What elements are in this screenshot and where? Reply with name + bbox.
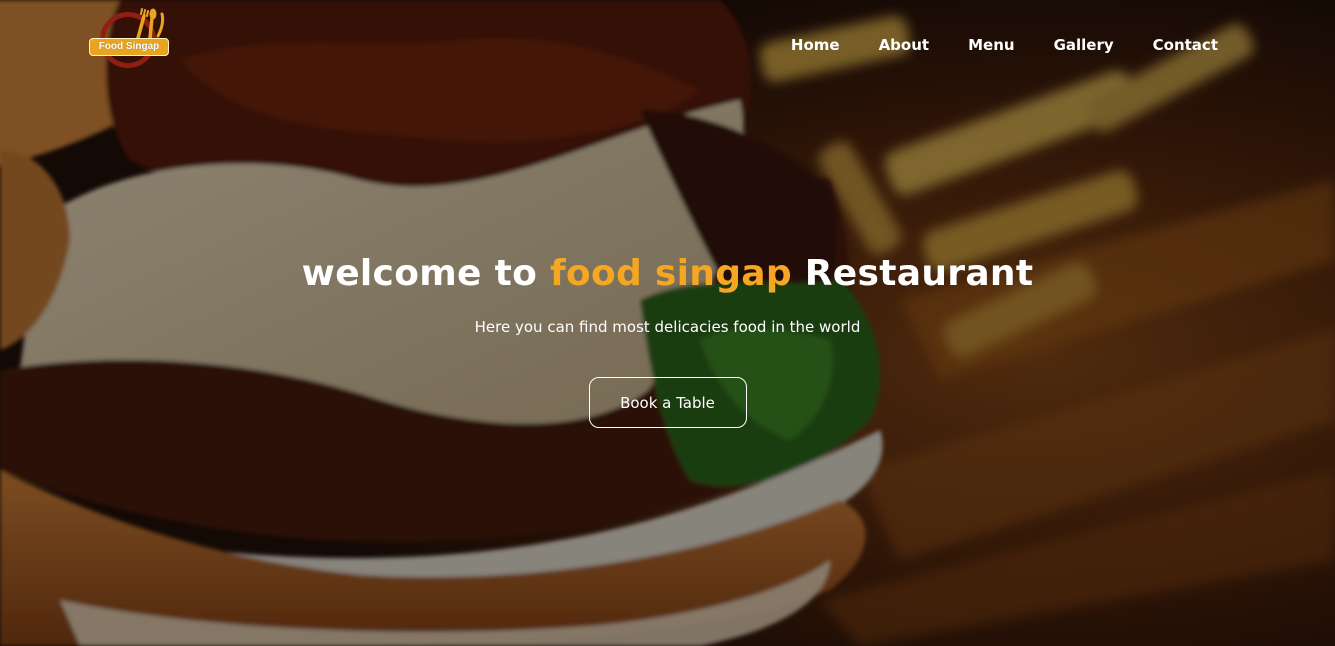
nav-item-home[interactable]: Home — [791, 35, 840, 55]
utensils-icon — [136, 8, 165, 40]
hero-content: welcome to food singap Restaurant Here y… — [0, 250, 1335, 428]
brand-logo[interactable]: Food Singap — [86, 8, 176, 80]
nav-item-about[interactable]: About — [879, 35, 930, 55]
hero-title-prefix: welcome to — [301, 253, 550, 294]
hero-title-suffix: Restaurant — [791, 253, 1034, 294]
hero-section: Food Singap Home About Menu Gallery Cont… — [0, 0, 1335, 646]
main-navigation: Home About Menu Gallery Contact — [752, 35, 1218, 55]
nav-item-menu[interactable]: Menu — [968, 35, 1014, 55]
logo-text: Food Singap — [89, 38, 169, 56]
book-a-table-button[interactable]: Book a Table — [588, 377, 747, 428]
hero-title: welcome to food singap Restaurant — [0, 250, 1335, 298]
hero-subtitle: Here you can find most delicacies food i… — [474, 318, 861, 336]
nav-item-contact[interactable]: Contact — [1153, 35, 1218, 55]
hero-title-accent: food singap — [549, 253, 792, 294]
nav-item-gallery[interactable]: Gallery — [1054, 35, 1114, 55]
